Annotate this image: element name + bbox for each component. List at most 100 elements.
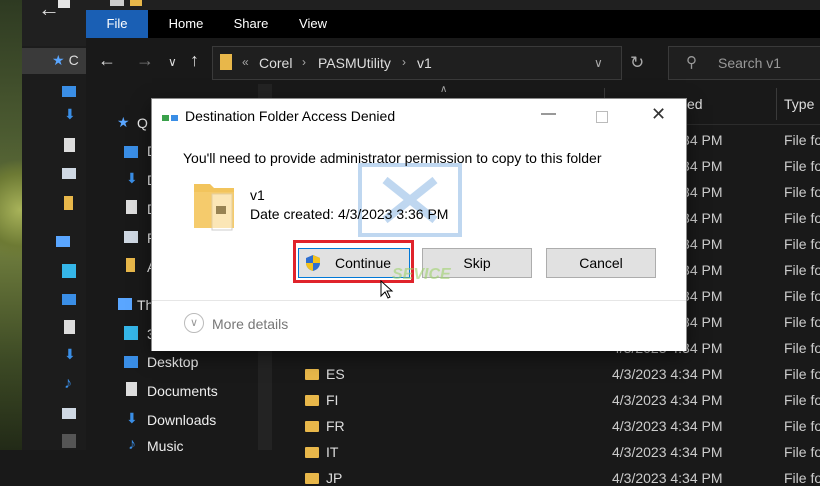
row-name[interactable]: FR <box>326 418 345 434</box>
row-date: 4/3/2023 4:34 PM <box>612 444 723 460</box>
tab-home[interactable]: Home <box>158 10 214 38</box>
back-window-quick-access[interactable]: ★ C <box>52 52 79 69</box>
cancel-button[interactable]: Cancel <box>546 248 656 278</box>
back-window-arrow-icon[interactable]: ← <box>38 0 60 22</box>
titlebar-folder-icon <box>130 0 142 6</box>
minimize-icon[interactable]: — <box>541 105 556 122</box>
breadcrumb-separator-icon: › <box>402 55 406 69</box>
breadcrumb-v1[interactable]: v1 <box>417 55 432 71</box>
row-date: 4/3/2023 4:34 PM <box>612 470 723 486</box>
folder-icon <box>64 196 73 210</box>
picture-icon <box>62 408 76 419</box>
file-date-created: Date created: 4/3/2023 3:36 PM <box>250 206 449 222</box>
row-type: File fo <box>784 236 820 252</box>
desktop-icon <box>62 86 76 97</box>
continue-label: Continue <box>334 255 392 271</box>
back-arrow-icon[interactable]: ← <box>98 50 116 71</box>
close-icon[interactable]: ✕ <box>651 104 666 125</box>
search-icon: ⚲ <box>686 54 697 71</box>
desktop-icon <box>62 294 76 305</box>
file-name: v1 <box>250 187 265 203</box>
folder-icon <box>305 395 319 406</box>
document-icon <box>126 382 137 396</box>
nav-item-desktop[interactable]: Desktop <box>147 354 198 370</box>
row-type: File fo <box>784 392 820 408</box>
desktop-icon <box>124 356 138 368</box>
row-type: File fo <box>784 418 820 434</box>
quick-access-star-icon: ★ <box>117 114 130 130</box>
picture-icon <box>124 231 138 243</box>
row-type: File fo <box>784 262 820 278</box>
row-name[interactable]: ES <box>326 366 345 382</box>
back-window-title-icon <box>58 0 70 8</box>
row-name[interactable]: FI <box>326 392 338 408</box>
music-icon: ♪ <box>64 375 72 392</box>
row-name[interactable]: IT <box>326 444 338 460</box>
row-type: File fo <box>784 210 820 226</box>
download-icon: ⬇ <box>64 346 76 362</box>
column-type[interactable]: Type <box>784 96 814 112</box>
copy-dialog-icon <box>162 115 178 121</box>
folder-icon <box>305 447 319 458</box>
row-date: 4/3/2023 4:34 PM <box>612 366 723 382</box>
nav-item-music[interactable]: Music <box>147 438 184 454</box>
address-folder-icon <box>220 54 232 70</box>
maximize-icon[interactable] <box>596 111 608 123</box>
row-type: File fo <box>784 366 820 382</box>
titlebar-icon <box>110 0 124 6</box>
this-pc-label[interactable]: Th <box>137 297 153 313</box>
refresh-icon[interactable]: ↻ <box>630 53 644 73</box>
nav-item-downloads[interactable]: Downloads <box>147 412 216 428</box>
row-type: File fo <box>784 184 820 200</box>
breadcrumb-pasmutility[interactable]: PASMUtility <box>318 55 391 71</box>
folder-icon <box>305 473 319 484</box>
address-dropdown-icon[interactable]: ∨ <box>594 56 603 70</box>
expand-chevron-icon[interactable]: ∨ <box>184 313 204 333</box>
quick-access-label[interactable]: Q <box>137 115 148 131</box>
desktop-icon <box>124 146 138 158</box>
forward-arrow-icon[interactable]: → <box>136 50 154 71</box>
picture-icon <box>62 168 76 179</box>
column-separator[interactable] <box>776 88 777 120</box>
mouse-cursor-icon <box>380 280 394 299</box>
up-arrow-icon[interactable]: ↑ <box>190 50 199 71</box>
row-type: File fo <box>784 314 820 330</box>
download-icon: ⬇ <box>126 170 138 186</box>
tab-share[interactable]: Share <box>224 10 278 38</box>
breadcrumb-corel[interactable]: Corel <box>259 55 292 71</box>
row-date: 4/3/2023 4:34 PM <box>612 418 723 434</box>
row-name[interactable]: JP <box>326 470 342 486</box>
sort-indicator-icon: ∧ <box>440 84 448 95</box>
download-icon: ⬇ <box>64 106 76 122</box>
3d-objects-icon <box>124 326 138 340</box>
row-type: File fo <box>784 132 820 148</box>
watermark-logo <box>358 163 462 237</box>
column-date-modified[interactable]: ed <box>687 96 703 112</box>
tab-file[interactable]: File <box>86 10 148 38</box>
row-type: File fo <box>784 288 820 304</box>
dialog-title: Destination Folder Access Denied <box>185 108 396 124</box>
row-type: File fo <box>784 340 820 356</box>
document-icon <box>64 320 75 334</box>
tab-view[interactable]: View <box>288 10 338 38</box>
uac-shield-icon <box>306 255 320 271</box>
music-icon: ♪ <box>128 436 136 453</box>
back-window-quick-access-label: C <box>68 52 79 68</box>
download-icon: ⬇ <box>126 410 138 426</box>
video-icon <box>62 434 76 448</box>
breadcrumb-separator-icon: › <box>302 55 306 69</box>
row-type: File fo <box>784 444 820 460</box>
recent-chevron-down-icon[interactable]: ∨ <box>168 55 177 69</box>
document-icon <box>126 200 137 214</box>
row-date: 4/3/2023 4:34 PM <box>612 392 723 408</box>
this-pc-icon <box>118 298 132 310</box>
this-pc-icon <box>56 236 70 247</box>
folder-icon <box>126 258 135 272</box>
dialog-message: You'll need to provide administrator per… <box>183 150 602 166</box>
folder-icon <box>305 369 319 380</box>
more-details-link[interactable]: More details <box>212 316 288 332</box>
nav-item-documents[interactable]: Documents <box>147 383 218 399</box>
breadcrumb-overflow[interactable]: « <box>242 55 249 69</box>
explorer-titlebar <box>86 0 820 10</box>
folder-icon <box>194 184 234 231</box>
